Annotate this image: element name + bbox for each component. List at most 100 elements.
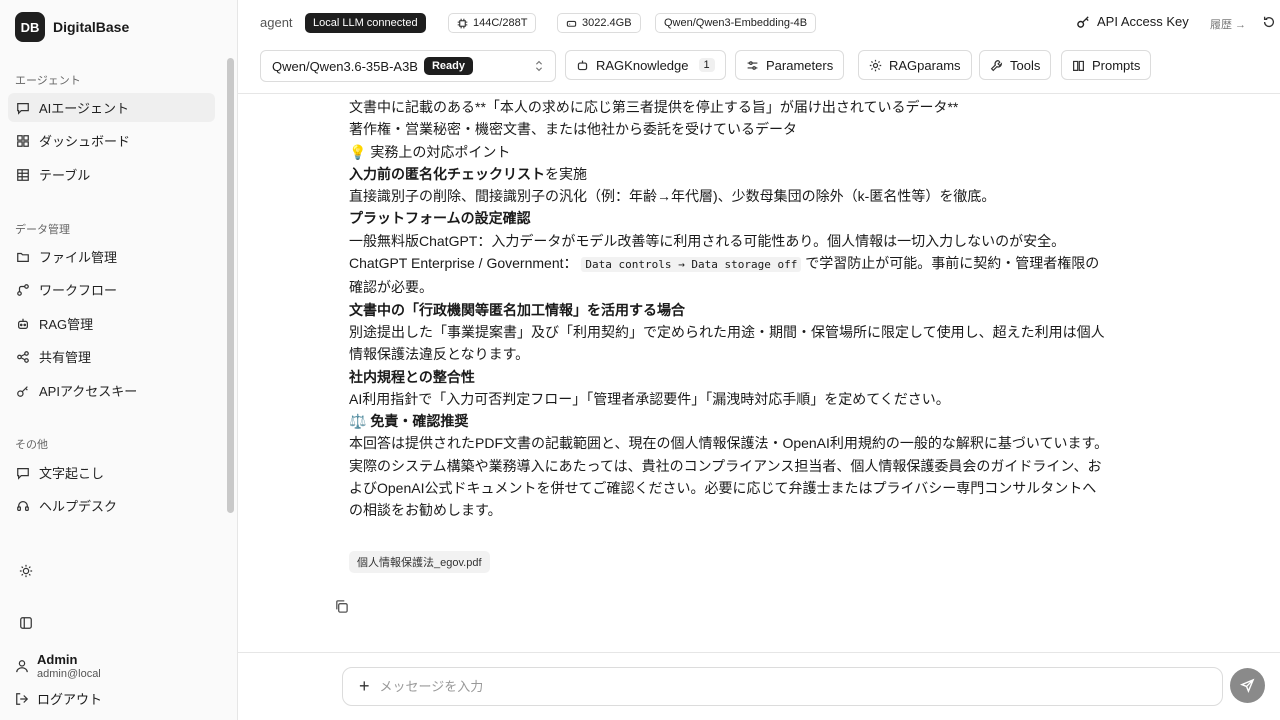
copy-button[interactable] bbox=[334, 599, 349, 618]
sidebar-item-dashboard[interactable]: ダッシュボード bbox=[8, 126, 215, 155]
sidebar-item-ai-agent[interactable]: AIエージェント bbox=[8, 93, 215, 122]
message-line: 入力前の匿名化チェックリストを実施 bbox=[349, 163, 1109, 185]
brand[interactable]: DB DigitalBase bbox=[15, 12, 129, 42]
rag-knowledge-count: 1 bbox=[698, 58, 715, 72]
workflow-icon bbox=[17, 283, 29, 296]
sidebar-item-label: APIアクセスキー bbox=[39, 384, 138, 399]
sidebar-item-transcribe[interactable]: 文字起こし bbox=[8, 458, 215, 487]
message-heading: プラットフォームの設定確認 bbox=[349, 207, 1109, 229]
tools-button[interactable]: Tools bbox=[979, 50, 1052, 80]
message-line: 直接識別子の削除、間接識別子の汎化（例：年齢→年代層)、少数母集団の除外（k-匿… bbox=[349, 188, 996, 205]
dashboard-icon bbox=[17, 134, 29, 147]
user-icon bbox=[16, 660, 28, 673]
history-link[interactable]: 履歴 → bbox=[1210, 16, 1246, 32]
gear-icon bbox=[869, 59, 882, 71]
parameters-label: Parameters bbox=[766, 57, 834, 73]
sidebar-item-files[interactable]: ファイル管理 bbox=[8, 242, 215, 271]
document-icon bbox=[17, 467, 29, 480]
section-title-agent: エージェント bbox=[15, 75, 81, 87]
message-heading: 社内規程との整合性 bbox=[349, 366, 1109, 388]
table-icon bbox=[17, 168, 29, 181]
message-composer: + bbox=[342, 667, 1223, 706]
assistant-message: 文書中に記載のある**「本人の求めに応じ第三者提供を停止する旨」が届け出されてい… bbox=[349, 96, 1109, 522]
message-line: 文書中に記載のある**「本人の求めに応じ第三者提供を停止する旨」が届け出されてい… bbox=[349, 99, 959, 115]
cpu-icon bbox=[457, 18, 468, 28]
prompts-label: Prompts bbox=[1092, 57, 1141, 73]
top-bar: agent Local LLM connected 144C/288T 3022… bbox=[238, 0, 1280, 94]
attach-plus-button[interactable]: + bbox=[359, 676, 370, 697]
section-title-data: データ管理 bbox=[15, 224, 70, 236]
sidebar-item-share[interactable]: 共有管理 bbox=[8, 342, 215, 371]
cpu-value: 144C/288T bbox=[473, 17, 528, 29]
logout-label: ログアウト bbox=[37, 692, 103, 707]
message-bold: 文書中の「行政機関等匿名加工情報」を活用する場合 bbox=[349, 301, 685, 318]
cpu-badge: 144C/288T bbox=[448, 13, 537, 33]
message-line: 本回答は提供されたPDF文書の記載範囲と、現在の個人情報保護法・OpenAI利用… bbox=[349, 435, 1109, 519]
sidebar-item-label: ヘルプデスク bbox=[39, 499, 118, 514]
sidebar-item-api-keys[interactable]: APIアクセスキー bbox=[8, 376, 215, 405]
rag-knowledge-button[interactable]: RAGKnowledge 1 bbox=[565, 50, 726, 80]
message-input[interactable] bbox=[379, 679, 1222, 694]
chevron-updown-icon bbox=[535, 60, 543, 72]
logout-button[interactable]: ログアウト bbox=[15, 689, 102, 708]
sidebar: DB DigitalBase エージェント AIエージェント ダッシュボード テ… bbox=[0, 0, 238, 720]
message-line: ChatGPT Enterprise / Government： Data co… bbox=[349, 252, 1109, 299]
sidebar-collapse-button[interactable] bbox=[17, 614, 35, 632]
storage-badge: 3022.4GB bbox=[557, 13, 641, 33]
headset-icon bbox=[17, 500, 29, 511]
refresh-button[interactable] bbox=[1262, 14, 1276, 33]
message-text: ChatGPT Enterprise / Government： bbox=[349, 255, 578, 272]
message-line: 一般無料版ChatGPT：入力データがモデル改善等に利用される可能性あり。個人情… bbox=[349, 232, 1066, 249]
api-access-key-button[interactable]: API Access Key bbox=[1076, 14, 1189, 29]
source-file-chip[interactable]: 個人情報保護法_egov.pdf bbox=[349, 551, 490, 573]
section-title-other: その他 bbox=[15, 439, 48, 451]
sidebar-item-workflow[interactable]: ワークフロー bbox=[8, 275, 215, 304]
sidebar-item-table[interactable]: テーブル bbox=[8, 160, 215, 189]
user-name: Admin bbox=[37, 652, 78, 667]
parameters-button[interactable]: Parameters bbox=[735, 50, 845, 80]
book-icon bbox=[1073, 60, 1084, 71]
sidebar-item-label: RAG管理 bbox=[39, 317, 94, 332]
sidebar-item-helpdesk[interactable]: ヘルプデスク bbox=[8, 491, 215, 520]
message-bold: ⚖️ 免責・確認推奨 bbox=[349, 413, 469, 430]
model-select[interactable]: Qwen/Qwen3.6-35B-A3B Ready bbox=[260, 50, 556, 82]
message-bold: 入力前の匿名化チェックリスト bbox=[349, 165, 545, 182]
message-bold: プラットフォームの設定確認 bbox=[349, 210, 531, 227]
model-ready-badge: Ready bbox=[423, 57, 473, 75]
sidebar-scrollbar[interactable] bbox=[227, 58, 234, 513]
agent-label: agent bbox=[260, 15, 293, 30]
brand-name: DigitalBase bbox=[53, 19, 130, 35]
sidebar-item-label: AIエージェント bbox=[39, 101, 130, 116]
brand-logo: DB bbox=[15, 12, 45, 42]
ragparams-label: RAGparams bbox=[889, 57, 961, 73]
message-heading: 文書中の「行政機関等匿名加工情報」を活用する場合 bbox=[349, 299, 1109, 321]
message-line: AI利用指針で「入力可否判定フロー」「管理者承認要件」「漏洩時対応手順」を定めて… bbox=[349, 390, 950, 407]
rag-knowledge-label: RAGKnowledge bbox=[596, 57, 689, 73]
sidebar-item-label: ダッシュボード bbox=[39, 134, 131, 149]
prompts-button[interactable]: Prompts bbox=[1061, 50, 1152, 80]
inline-code: Data controls → Data storage off bbox=[581, 257, 802, 273]
robot-icon bbox=[577, 60, 588, 70]
sidebar-item-label: 共有管理 bbox=[39, 350, 92, 365]
user-email: admin@local bbox=[37, 668, 101, 680]
message-line: 別途提出した「事業提案書」及び「利用契約」で定められた用途・期間・保管場所に限定… bbox=[349, 323, 1105, 363]
sun-icon bbox=[19, 564, 33, 578]
ragparams-button[interactable]: RAGparams bbox=[858, 50, 972, 80]
folder-icon bbox=[17, 252, 29, 262]
sidebar-item-label: 文字起こし bbox=[39, 466, 105, 481]
wrench-icon bbox=[990, 59, 1003, 71]
sidebar-item-label: ファイル管理 bbox=[39, 250, 118, 265]
message-text: を実施 bbox=[545, 165, 587, 182]
llm-status-badge: Local LLM connected bbox=[305, 13, 426, 33]
sidebar-item-rag[interactable]: RAG管理 bbox=[8, 309, 215, 338]
user-profile[interactable]: Admin admin@local bbox=[15, 652, 101, 680]
sidebar-panel-icon bbox=[20, 617, 32, 629]
share-icon bbox=[17, 350, 29, 363]
message-line: 著作権・営業秘密・機密文書、または他社から委託を受けているデータ bbox=[349, 121, 797, 138]
sliders-icon bbox=[747, 60, 758, 70]
model-name: Qwen/Qwen3.6-35B-A3B bbox=[272, 58, 418, 74]
message-bold: 社内規程との整合性 bbox=[349, 368, 475, 385]
theme-toggle-button[interactable] bbox=[17, 562, 35, 580]
logout-icon bbox=[16, 692, 29, 705]
send-button[interactable] bbox=[1230, 668, 1265, 703]
